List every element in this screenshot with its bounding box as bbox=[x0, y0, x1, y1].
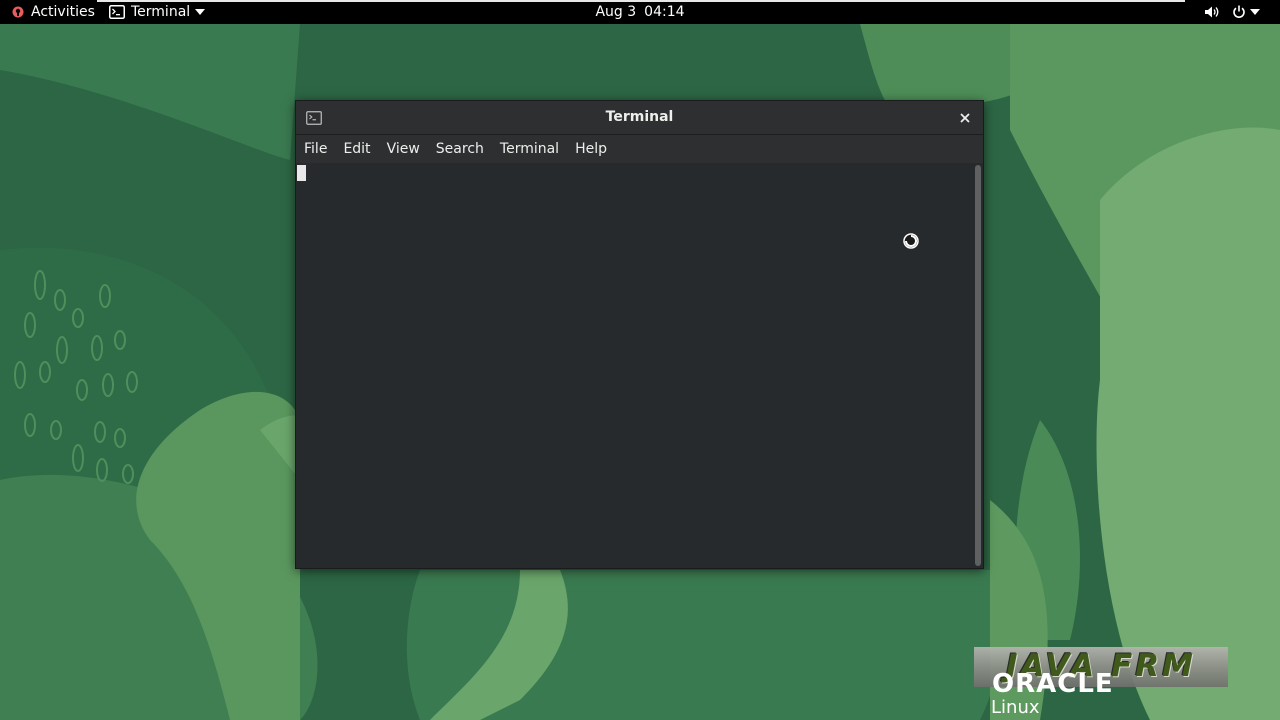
menu-view[interactable]: View bbox=[379, 135, 428, 163]
close-button[interactable] bbox=[957, 110, 973, 126]
app-menu-button[interactable]: Terminal bbox=[109, 0, 206, 24]
watermark-product: Linux bbox=[991, 697, 1040, 718]
terminal-app-icon bbox=[109, 5, 125, 19]
busy-pointer-icon bbox=[903, 233, 919, 253]
menu-edit[interactable]: Edit bbox=[335, 135, 378, 163]
chevron-down-icon bbox=[195, 9, 206, 15]
activities-button[interactable]: Activities bbox=[12, 0, 95, 24]
clock-time: 04:14 bbox=[644, 4, 685, 20]
top-bar-highlight bbox=[97, 0, 1185, 2]
scrollbar[interactable] bbox=[975, 165, 981, 566]
top-bar: Activities Terminal Aug 3 04:14 bbox=[0, 0, 1280, 24]
volume-indicator[interactable] bbox=[1204, 0, 1220, 24]
watermark-vendor: ORACLE bbox=[992, 669, 1114, 699]
clock-date: Aug 3 bbox=[595, 4, 637, 20]
window-title: Terminal bbox=[605, 109, 674, 125]
terminal-content[interactable] bbox=[296, 163, 983, 568]
terminal-title-icon[interactable] bbox=[306, 111, 322, 125]
terminal-titlebar[interactable]: Terminal bbox=[296, 101, 983, 135]
activities-label: Activities bbox=[31, 4, 95, 20]
menu-terminal[interactable]: Terminal bbox=[492, 135, 567, 163]
text-cursor bbox=[297, 165, 306, 181]
system-menu-button[interactable] bbox=[1232, 0, 1260, 24]
menu-file[interactable]: File bbox=[296, 135, 335, 163]
menu-search[interactable]: Search bbox=[428, 135, 492, 163]
chevron-down-icon bbox=[1250, 9, 1260, 15]
close-icon bbox=[960, 113, 970, 123]
app-menu-label: Terminal bbox=[131, 4, 191, 20]
menu-help[interactable]: Help bbox=[567, 135, 615, 163]
power-icon bbox=[1232, 5, 1246, 19]
watermark-logo: JAVA FRM ORACLE Linux bbox=[974, 647, 1228, 720]
terminal-window[interactable]: Terminal File Edit View Search Terminal … bbox=[295, 100, 984, 569]
terminal-menubar: File Edit View Search Terminal Help bbox=[296, 135, 983, 163]
volume-icon bbox=[1204, 5, 1220, 19]
activities-icon bbox=[12, 6, 24, 18]
